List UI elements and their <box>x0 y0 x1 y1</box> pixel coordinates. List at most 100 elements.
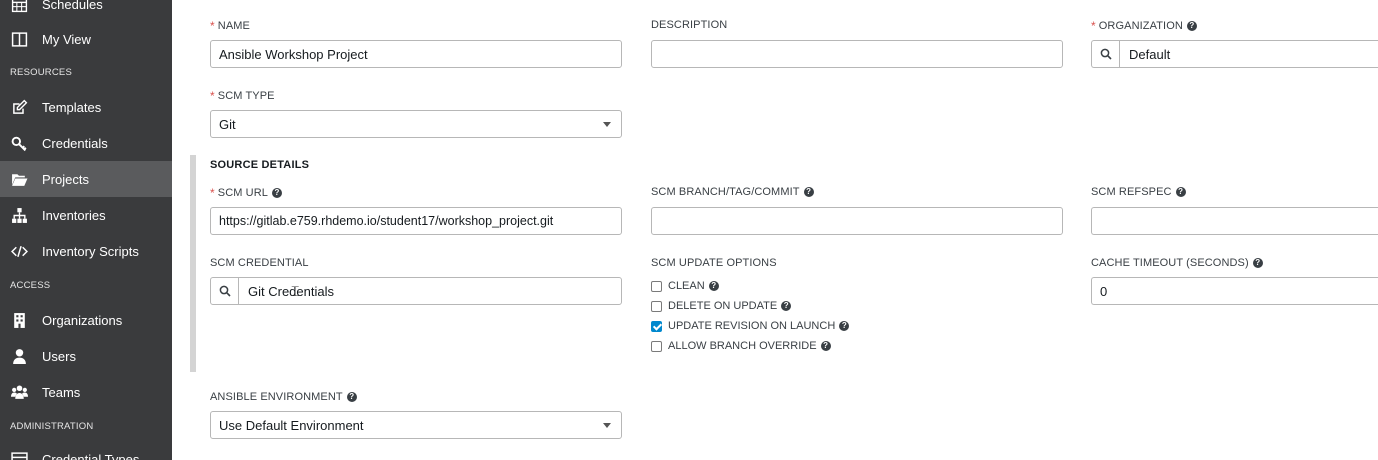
ansible-environment-select[interactable]: Use Default Environment <box>210 411 622 439</box>
option-delete-on-update[interactable]: DELETE ON UPDATE ? <box>651 300 792 312</box>
sidebar-item-label: Organizations <box>42 312 123 328</box>
help-icon[interactable]: ? <box>346 392 357 402</box>
required-mark: * <box>1091 19 1096 33</box>
ansible-environment-value: Use Default Environment <box>219 417 364 433</box>
code-icon <box>0 243 38 260</box>
building-icon <box>0 312 38 329</box>
chevron-down-icon <box>603 122 611 127</box>
list-icon <box>0 451 38 460</box>
cache-timeout-field[interactable]: 0 <box>1091 277 1378 305</box>
name-label-text: NAME <box>217 20 250 32</box>
scm-type-label: * SCM TYPE <box>210 89 275 103</box>
sidebar-item-my-view[interactable]: My View <box>0 21 172 57</box>
sidebar-item-label: Credential Types <box>42 451 140 460</box>
scm-url-label: * SCM URL ? <box>210 186 282 200</box>
scm-type-select[interactable]: Git <box>210 110 622 138</box>
checkbox-checked[interactable] <box>651 320 662 332</box>
scm-credential-lookup[interactable]: Git Credentials <box>210 277 622 305</box>
scm-url-field[interactable]: https://gitlab.e759.rhdemo.io/student17/… <box>210 207 622 235</box>
section-divider <box>190 155 196 372</box>
folder-open-icon <box>0 171 38 188</box>
scm-type-label-text: SCM TYPE <box>217 90 275 102</box>
option-label: UPDATE REVISION ON LAUNCH <box>668 320 836 332</box>
sidebar-item-label: Users <box>42 348 76 364</box>
scm-refspec-field[interactable] <box>1091 207 1378 235</box>
sidebar-item-schedules[interactable]: Schedules <box>0 0 172 22</box>
sidebar-item-credentials[interactable]: Credentials <box>0 125 172 161</box>
help-icon[interactable]: ? <box>839 321 850 331</box>
scm-branch-field[interactable] <box>651 207 1063 235</box>
description-field[interactable] <box>651 40 1063 68</box>
help-icon[interactable]: ? <box>820 341 831 351</box>
sidebar-item-users[interactable]: Users <box>0 338 172 374</box>
help-icon[interactable]: ? <box>1175 187 1186 197</box>
source-details-title: SOURCE DETAILS <box>210 159 310 171</box>
sidebar-item-teams[interactable]: Teams <box>0 374 172 410</box>
option-allow-branch-override[interactable]: ALLOW BRANCH OVERRIDE ? <box>651 340 831 352</box>
search-icon[interactable] <box>1092 41 1120 67</box>
cache-timeout-label: CACHE TIMEOUT (SECONDS) ? <box>1091 257 1263 269</box>
scm-credential-label: SCM CREDENTIAL <box>210 257 309 269</box>
sidebar-item-label: My View <box>42 31 91 47</box>
required-mark: * <box>210 186 215 200</box>
name-field[interactable]: Ansible Workshop Project <box>210 40 622 68</box>
scm-branch-label-text: SCM BRANCH/TAG/COMMIT <box>651 186 800 198</box>
sidebar-item-projects[interactable]: Projects <box>0 161 172 197</box>
help-icon[interactable]: ? <box>708 281 719 291</box>
required-mark: * <box>210 19 215 33</box>
checkbox[interactable] <box>651 300 662 312</box>
scm-branch-label: SCM BRANCH/TAG/COMMIT ? <box>651 186 814 198</box>
scm-update-options-label: SCM UPDATE OPTIONS <box>651 257 777 269</box>
name-value: Ansible Workshop Project <box>219 46 368 62</box>
user-icon <box>0 348 38 365</box>
sidebar-section-administration: ADMINISTRATION <box>10 421 94 432</box>
scm-url-value: https://gitlab.e759.rhdemo.io/student17/… <box>219 214 554 228</box>
help-icon[interactable]: ? <box>272 188 282 198</box>
sidebar-item-label: Templates <box>42 99 102 115</box>
scm-refspec-label-text: SCM REFSPEC <box>1091 186 1172 198</box>
sidebar-item-label: Inventory Scripts <box>42 243 139 259</box>
organization-label: * ORGANIZATION ? <box>1091 19 1197 33</box>
option-update-revision-on-launch[interactable]: UPDATE REVISION ON LAUNCH ? <box>651 320 850 332</box>
sidebar-section-access: ACCESS <box>10 280 51 291</box>
option-label: CLEAN <box>668 280 705 292</box>
sidebar-item-credential-types[interactable]: Credential Types <box>0 441 172 460</box>
sidebar-item-label: Inventories <box>42 207 106 223</box>
description-label: DESCRIPTION <box>651 19 727 31</box>
help-icon[interactable]: ? <box>1186 21 1197 31</box>
help-icon[interactable]: ? <box>803 187 814 197</box>
scm-update-options-label-text: SCM UPDATE OPTIONS <box>651 257 777 269</box>
sidebar-item-inventories[interactable]: Inventories <box>0 197 172 233</box>
ansible-environment-label-text: ANSIBLE ENVIRONMENT <box>210 391 343 403</box>
sitemap-icon <box>0 207 38 224</box>
columns-icon <box>0 31 38 48</box>
required-mark: * <box>210 89 215 103</box>
sidebar-item-label: Projects <box>42 171 89 187</box>
cache-timeout-value: 0 <box>1100 283 1108 299</box>
sidebar-item-organizations[interactable]: Organizations <box>0 302 172 338</box>
edit-icon <box>0 99 38 116</box>
sidebar-item-templates[interactable]: Templates <box>0 89 172 125</box>
sidebar-section-resources: RESOURCES <box>10 67 72 78</box>
users-icon <box>0 384 38 401</box>
sidebar-item-label: Schedules <box>42 0 103 12</box>
description-label-text: DESCRIPTION <box>651 19 728 31</box>
chevron-down-icon <box>603 423 611 428</box>
calendar-icon <box>0 0 38 13</box>
scm-credential-label-text: SCM CREDENTIAL <box>210 257 309 269</box>
scm-credential-value: Git Credentials <box>248 283 334 299</box>
help-icon[interactable]: ? <box>1252 258 1263 268</box>
name-label: * NAME <box>210 19 250 33</box>
organization-label-text: ORGANIZATION <box>1098 20 1183 32</box>
help-icon[interactable]: ? <box>781 301 792 311</box>
option-label: DELETE ON UPDATE <box>668 300 778 312</box>
search-icon[interactable] <box>211 278 239 304</box>
organization-lookup[interactable]: Default <box>1091 40 1378 68</box>
checkbox[interactable] <box>651 280 662 292</box>
checkbox[interactable] <box>651 340 662 352</box>
cache-timeout-label-text: CACHE TIMEOUT (SECONDS) <box>1091 257 1249 269</box>
sidebar-item-label: Credentials <box>42 135 108 151</box>
sidebar-item-inventory-scripts[interactable]: Inventory Scripts <box>0 233 172 269</box>
sidebar-item-label: Teams <box>42 384 81 400</box>
option-clean[interactable]: CLEAN ? <box>651 280 719 292</box>
